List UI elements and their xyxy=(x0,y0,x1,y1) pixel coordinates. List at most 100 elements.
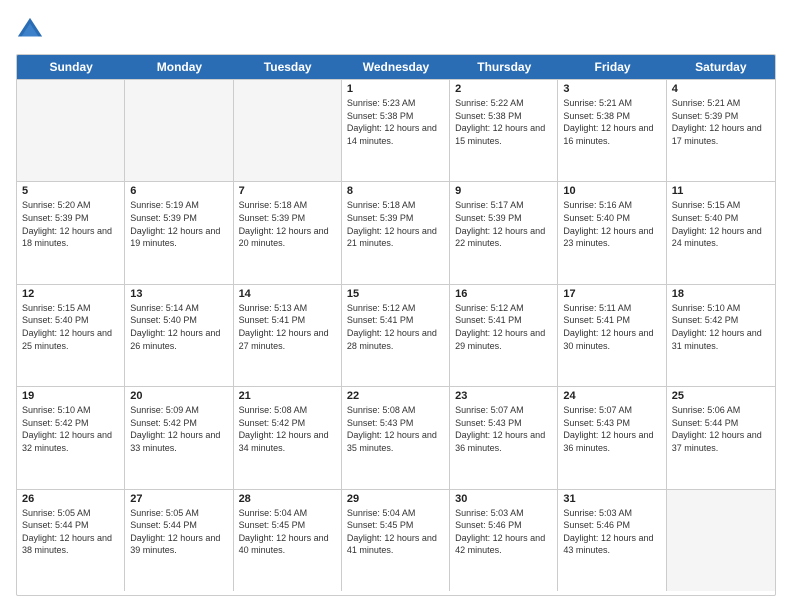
day-number: 3 xyxy=(563,83,660,95)
day-number: 12 xyxy=(22,288,119,300)
cell-info: Sunrise: 5:21 AM Sunset: 5:39 PM Dayligh… xyxy=(672,97,770,147)
cell-info: Sunrise: 5:16 AM Sunset: 5:40 PM Dayligh… xyxy=(563,199,660,249)
calendar-cell: 14 Sunrise: 5:13 AM Sunset: 5:41 PM Dayli… xyxy=(234,285,342,386)
calendar-cell: 25 Sunrise: 5:06 AM Sunset: 5:44 PM Dayli… xyxy=(667,387,775,488)
cell-info: Sunrise: 5:04 AM Sunset: 5:45 PM Dayligh… xyxy=(347,507,444,557)
header xyxy=(16,16,776,44)
logo xyxy=(16,16,48,44)
weekday-header: Sunday xyxy=(17,55,125,79)
calendar-cell: 8Sunrise: 5:18 AM Sunset: 5:39 PM Daylig… xyxy=(342,182,450,283)
day-number: 18 xyxy=(672,288,770,300)
calendar-cell: 29 Sunrise: 5:04 AM Sunset: 5:45 PM Dayli… xyxy=(342,490,450,591)
weekday-header: Saturday xyxy=(667,55,775,79)
cell-info: Sunrise: 5:21 AM Sunset: 5:38 PM Dayligh… xyxy=(563,97,660,147)
cell-info: Sunrise: 5:10 AM Sunset: 5:42 PM Dayligh… xyxy=(672,302,770,352)
cell-info: Sunrise: 5:03 AM Sunset: 5:46 PM Dayligh… xyxy=(563,507,660,557)
page: SundayMondayTuesdayWednesdayThursdayFrid… xyxy=(0,0,792,612)
day-number: 27 xyxy=(130,493,227,505)
cell-info: Sunrise: 5:15 AM Sunset: 5:40 PM Dayligh… xyxy=(22,302,119,352)
calendar-cell: 15Sunrise: 5:12 AM Sunset: 5:41 PM Dayli… xyxy=(342,285,450,386)
day-number: 1 xyxy=(347,83,444,95)
day-number: 5 xyxy=(22,185,119,197)
weekday-header: Friday xyxy=(558,55,666,79)
cell-info: Sunrise: 5:07 AM Sunset: 5:43 PM Dayligh… xyxy=(455,404,552,454)
calendar-cell: 19Sunrise: 5:10 AM Sunset: 5:42 PM Dayli… xyxy=(17,387,125,488)
calendar-row: 26 Sunrise: 5:05 AM Sunset: 5:44 PM Dayli… xyxy=(17,489,775,591)
day-number: 16 xyxy=(455,288,552,300)
calendar-cell: 1Sunrise: 5:23 AM Sunset: 5:38 PM Daylig… xyxy=(342,80,450,181)
calendar-cell: 10 Sunrise: 5:16 AM Sunset: 5:40 PM Dayli… xyxy=(558,182,666,283)
cell-info: Sunrise: 5:14 AM Sunset: 5:40 PM Dayligh… xyxy=(130,302,227,352)
calendar-cell: 6Sunrise: 5:19 AM Sunset: 5:39 PM Daylig… xyxy=(125,182,233,283)
cell-info: Sunrise: 5:05 AM Sunset: 5:44 PM Dayligh… xyxy=(130,507,227,557)
calendar-cell xyxy=(234,80,342,181)
cell-info: Sunrise: 5:04 AM Sunset: 5:45 PM Dayligh… xyxy=(239,507,336,557)
cell-info: Sunrise: 5:08 AM Sunset: 5:43 PM Dayligh… xyxy=(347,404,444,454)
calendar-cell: 20 Sunrise: 5:09 AM Sunset: 5:42 PM Dayli… xyxy=(125,387,233,488)
calendar-cell: 4 Sunrise: 5:21 AM Sunset: 5:39 PM Daylig… xyxy=(667,80,775,181)
day-number: 4 xyxy=(672,83,770,95)
cell-info: Sunrise: 5:05 AM Sunset: 5:44 PM Dayligh… xyxy=(22,507,119,557)
day-number: 24 xyxy=(563,390,660,402)
calendar-cell: 11Sunrise: 5:15 AM Sunset: 5:40 PM Dayli… xyxy=(667,182,775,283)
cell-info: Sunrise: 5:06 AM Sunset: 5:44 PM Dayligh… xyxy=(672,404,770,454)
day-number: 7 xyxy=(239,185,336,197)
calendar-cell xyxy=(17,80,125,181)
day-number: 22 xyxy=(347,390,444,402)
calendar-cell: 7 Sunrise: 5:18 AM Sunset: 5:39 PM Daylig… xyxy=(234,182,342,283)
day-number: 17 xyxy=(563,288,660,300)
calendar-cell: 18 Sunrise: 5:10 AM Sunset: 5:42 PM Dayli… xyxy=(667,285,775,386)
calendar-cell: 3 Sunrise: 5:21 AM Sunset: 5:38 PM Daylig… xyxy=(558,80,666,181)
weekday-header: Tuesday xyxy=(234,55,342,79)
day-number: 31 xyxy=(563,493,660,505)
day-number: 20 xyxy=(130,390,227,402)
day-number: 13 xyxy=(130,288,227,300)
day-number: 10 xyxy=(563,185,660,197)
day-number: 23 xyxy=(455,390,552,402)
calendar-cell: 9 Sunrise: 5:17 AM Sunset: 5:39 PM Daylig… xyxy=(450,182,558,283)
cell-info: Sunrise: 5:22 AM Sunset: 5:38 PM Dayligh… xyxy=(455,97,552,147)
calendar-cell: 22 Sunrise: 5:08 AM Sunset: 5:43 PM Dayli… xyxy=(342,387,450,488)
day-number: 2 xyxy=(455,83,552,95)
calendar-cell: 30Sunrise: 5:03 AM Sunset: 5:46 PM Dayli… xyxy=(450,490,558,591)
calendar-cell: 28Sunrise: 5:04 AM Sunset: 5:45 PM Dayli… xyxy=(234,490,342,591)
calendar-row: 5 Sunrise: 5:20 AM Sunset: 5:39 PM Daylig… xyxy=(17,181,775,283)
day-number: 21 xyxy=(239,390,336,402)
cell-info: Sunrise: 5:15 AM Sunset: 5:40 PM Dayligh… xyxy=(672,199,770,249)
logo-icon xyxy=(16,16,44,44)
calendar-row: 12 Sunrise: 5:15 AM Sunset: 5:40 PM Dayli… xyxy=(17,284,775,386)
day-number: 8 xyxy=(347,185,444,197)
cell-info: Sunrise: 5:12 AM Sunset: 5:41 PM Dayligh… xyxy=(455,302,552,352)
calendar-row: 1Sunrise: 5:23 AM Sunset: 5:38 PM Daylig… xyxy=(17,79,775,181)
day-number: 9 xyxy=(455,185,552,197)
calendar-row: 19Sunrise: 5:10 AM Sunset: 5:42 PM Dayli… xyxy=(17,386,775,488)
day-number: 19 xyxy=(22,390,119,402)
cell-info: Sunrise: 5:18 AM Sunset: 5:39 PM Dayligh… xyxy=(239,199,336,249)
weekday-header: Wednesday xyxy=(342,55,450,79)
calendar-cell: 16 Sunrise: 5:12 AM Sunset: 5:41 PM Dayli… xyxy=(450,285,558,386)
day-number: 25 xyxy=(672,390,770,402)
calendar-cell: 24Sunrise: 5:07 AM Sunset: 5:43 PM Dayli… xyxy=(558,387,666,488)
day-number: 14 xyxy=(239,288,336,300)
calendar: SundayMondayTuesdayWednesdayThursdayFrid… xyxy=(16,54,776,596)
day-number: 29 xyxy=(347,493,444,505)
calendar-cell xyxy=(667,490,775,591)
cell-info: Sunrise: 5:17 AM Sunset: 5:39 PM Dayligh… xyxy=(455,199,552,249)
calendar-cell: 27 Sunrise: 5:05 AM Sunset: 5:44 PM Dayli… xyxy=(125,490,233,591)
cell-info: Sunrise: 5:12 AM Sunset: 5:41 PM Dayligh… xyxy=(347,302,444,352)
calendar-cell: 2 Sunrise: 5:22 AM Sunset: 5:38 PM Daylig… xyxy=(450,80,558,181)
cell-info: Sunrise: 5:11 AM Sunset: 5:41 PM Dayligh… xyxy=(563,302,660,352)
calendar-header: SundayMondayTuesdayWednesdayThursdayFrid… xyxy=(17,55,775,79)
calendar-cell: 12 Sunrise: 5:15 AM Sunset: 5:40 PM Dayli… xyxy=(17,285,125,386)
calendar-cell: 21 Sunrise: 5:08 AM Sunset: 5:42 PM Dayli… xyxy=(234,387,342,488)
cell-info: Sunrise: 5:09 AM Sunset: 5:42 PM Dayligh… xyxy=(130,404,227,454)
day-number: 26 xyxy=(22,493,119,505)
calendar-cell: 17 Sunrise: 5:11 AM Sunset: 5:41 PM Dayli… xyxy=(558,285,666,386)
calendar-cell: 26 Sunrise: 5:05 AM Sunset: 5:44 PM Dayli… xyxy=(17,490,125,591)
cell-info: Sunrise: 5:13 AM Sunset: 5:41 PM Dayligh… xyxy=(239,302,336,352)
day-number: 30 xyxy=(455,493,552,505)
cell-info: Sunrise: 5:19 AM Sunset: 5:39 PM Dayligh… xyxy=(130,199,227,249)
weekday-header: Monday xyxy=(125,55,233,79)
cell-info: Sunrise: 5:20 AM Sunset: 5:39 PM Dayligh… xyxy=(22,199,119,249)
cell-info: Sunrise: 5:08 AM Sunset: 5:42 PM Dayligh… xyxy=(239,404,336,454)
